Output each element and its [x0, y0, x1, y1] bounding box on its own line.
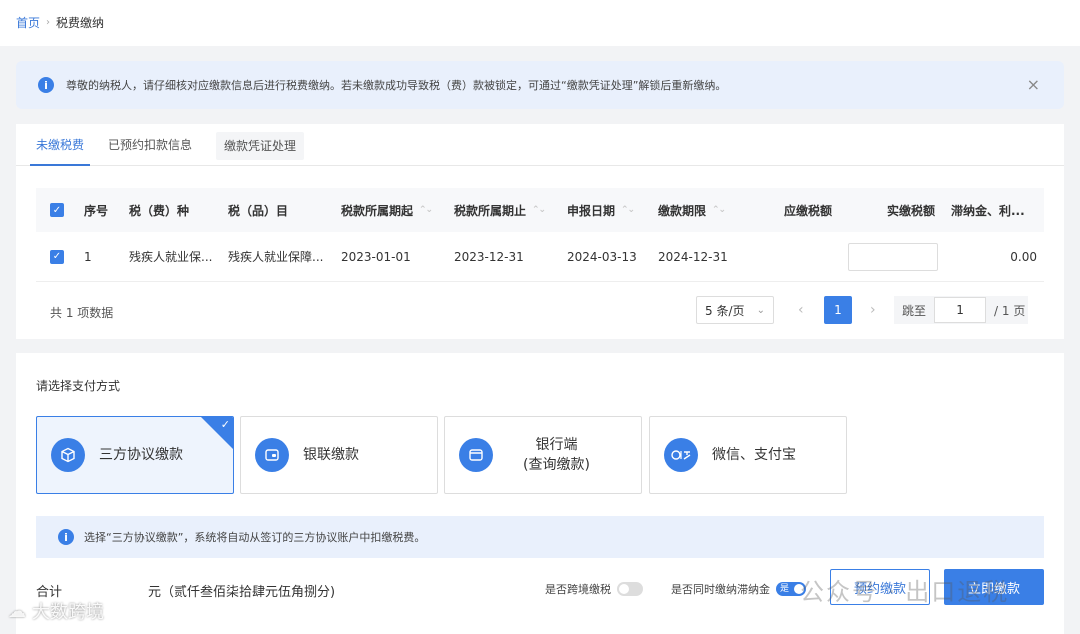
- watermark-right: 公众号 · 出口退税: [800, 578, 1010, 606]
- total-amount-words: 元（贰仟叁佰柒拾肆元伍角捌分): [148, 585, 336, 600]
- select-all-checkbox[interactable]: ✓: [50, 188, 64, 232]
- col-deadline[interactable]: 缴款期限 ⌃⌄: [658, 188, 725, 232]
- payment-method-wechat-alipay[interactable]: 微信、支付宝: [649, 416, 847, 494]
- prev-page-icon[interactable]: ‹: [798, 302, 804, 318]
- tab-unpaid[interactable]: 未缴税费: [30, 124, 90, 166]
- col-paid-amount: 实缴税额: [887, 203, 936, 218]
- cell-deadline: 2024-12-31: [658, 249, 728, 264]
- tab-scheduled[interactable]: 已预约扣款信息: [108, 124, 192, 166]
- cross-border-label: 是否跨境缴税: [545, 583, 611, 596]
- sort-icon[interactable]: ⌃⌄: [532, 205, 545, 215]
- table-header: ✓ 序号 税（费）种 税（品）目 税款所属期起 ⌃⌄ 税款所属期止 ⌃⌄ 申报日期 ⌃…: [36, 188, 1044, 232]
- watermark-logo-icon: ☁: [8, 600, 26, 622]
- cross-border-toggle[interactable]: [617, 582, 643, 596]
- cell-tax-item: 残疾人就业保障...: [228, 250, 324, 264]
- col-no: 序号: [84, 203, 109, 218]
- payment-note-text: 选择“三方协议缴款”，系统将自动从签订的三方协议账户中扣缴税费。: [84, 531, 426, 544]
- alert-text: 尊敬的纳税人，请仔细核对应缴款信息后进行税费缴纳。若未缴款成功导致税（费）款被锁…: [66, 79, 727, 92]
- col-declare-date[interactable]: 申报日期 ⌃⌄: [567, 188, 634, 232]
- cell-period-end: 2023-12-31: [454, 249, 524, 264]
- breadcrumb-home-link[interactable]: 首页: [16, 14, 40, 31]
- check-icon: ✓: [220, 418, 230, 431]
- payment-note: i 选择“三方协议缴款”，系统将自动从签订的三方协议账户中扣缴税费。: [36, 516, 1044, 558]
- payment-method-unionpay[interactable]: 银联缴款: [240, 416, 438, 494]
- page-1-button[interactable]: 1: [824, 296, 852, 324]
- sort-icon[interactable]: ⌃⌄: [419, 205, 432, 215]
- payment-method-three-party[interactable]: 三方协议缴款 ✓: [36, 416, 234, 494]
- page-jumper: 跳至 1 / 1 页: [894, 296, 1028, 324]
- paid-amount-input[interactable]: [848, 232, 938, 281]
- cell-tax-type: 残疾人就业保...: [129, 250, 213, 264]
- tab-bar: 未缴税费 已预约扣款信息 缴款凭证处理: [16, 124, 1064, 166]
- cell-late-fee: 0.00: [1010, 249, 1037, 264]
- jump-label: 跳至: [902, 303, 927, 318]
- col-late-fee: 滞纳金、利...: [951, 203, 1025, 218]
- top-bar: 首页 › 税费缴纳: [0, 0, 1080, 46]
- breadcrumb: 首页 › 税费缴纳: [16, 14, 104, 31]
- unpaid-tax-panel: 未缴税费 已预约扣款信息 缴款凭证处理 ✓ 序号 税（费）种 税（品）目 税款所…: [16, 124, 1064, 339]
- page-size-select[interactable]: 5 条/页 ⌄: [696, 296, 774, 324]
- jump-page-input[interactable]: 1: [934, 297, 987, 323]
- late-fee-label: 是否同时缴纳滞纳金: [671, 583, 770, 596]
- cell-period-start: 2023-01-01: [341, 249, 411, 264]
- col-period-end[interactable]: 税款所属期止 ⌃⌄: [454, 188, 545, 232]
- wechat-alipay-icon: [664, 438, 698, 472]
- col-due-amount: 应缴税额: [784, 203, 833, 218]
- total-pages: / 1 页: [994, 303, 1026, 318]
- col-tax-type: 税（费）种: [129, 203, 190, 218]
- payment-method-label: 银联缴款: [303, 447, 359, 463]
- cross-border-option: 是否跨境缴税: [545, 581, 643, 597]
- chevron-down-icon: ⌄: [756, 304, 765, 316]
- wallet-icon: [255, 438, 289, 472]
- watermark-left: ☁ 大数跨境: [8, 600, 104, 624]
- late-fee-option: 是否同时缴纳滞纳金 是: [671, 581, 806, 597]
- next-page-icon[interactable]: ›: [870, 302, 876, 318]
- payment-method-label: 银行端 (查询缴款): [523, 437, 590, 473]
- chevron-right-icon: ›: [46, 17, 51, 28]
- payment-method-label: 微信、支付宝: [712, 447, 796, 463]
- col-tax-item: 税（品）目: [228, 203, 289, 218]
- sort-icon[interactable]: ⌃⌄: [712, 205, 725, 215]
- col-period-start[interactable]: 税款所属期起 ⌃⌄: [341, 188, 432, 232]
- info-icon: i: [38, 77, 54, 93]
- info-icon: i: [58, 529, 74, 545]
- card-icon: [459, 438, 493, 472]
- breadcrumb-current: 税费缴纳: [56, 16, 105, 30]
- close-icon[interactable]: ×: [1027, 75, 1040, 94]
- cell-declare-date: 2024-03-13: [567, 249, 637, 264]
- table-row: ✓ 1 残疾人就业保... 残疾人就业保障... 2023-01-01 2023…: [36, 232, 1044, 282]
- total-records: 共 1 项数据: [50, 306, 114, 320]
- payment-method-label: 三方协议缴款: [99, 447, 183, 463]
- cell-no: 1: [84, 249, 92, 264]
- shield-icon: [51, 438, 85, 472]
- info-alert: i 尊敬的纳税人，请仔细核对应缴款信息后进行税费缴纳。若未缴款成功导致税（费）款…: [16, 61, 1064, 109]
- payment-method-bank[interactable]: 银行端 (查询缴款): [444, 416, 642, 494]
- payment-method-title: 请选择支付方式: [36, 379, 121, 393]
- sort-icon[interactable]: ⌃⌄: [621, 205, 634, 215]
- row-checkbox[interactable]: ✓: [50, 232, 64, 281]
- tab-voucher[interactable]: 缴款凭证处理: [216, 132, 305, 160]
